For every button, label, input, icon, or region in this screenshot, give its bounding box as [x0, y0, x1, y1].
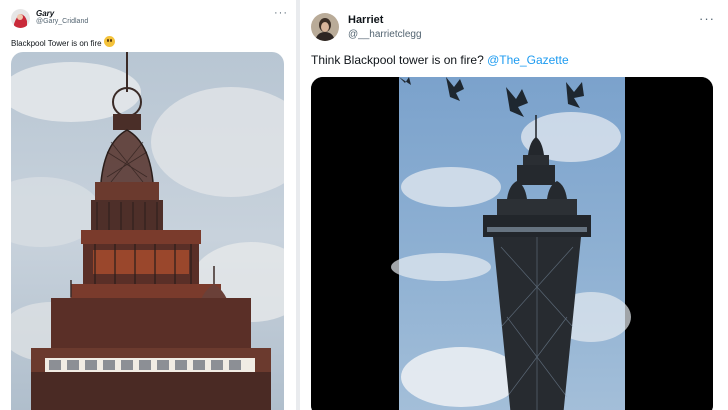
tweet-text-content: Blackpool Tower is on fire	[11, 39, 102, 48]
author-handle[interactable]: @__harrietclegg	[348, 29, 422, 40]
avatar-gary[interactable]	[11, 9, 30, 28]
blackpool-tower-closeup-photo	[11, 52, 284, 410]
author-name[interactable]: Harriet	[348, 14, 383, 26]
tweet-card-gary: Gary @Gary_Cridland ··· Blackpool Tower …	[0, 0, 296, 410]
tweet-card-harriet: Harriet @__harrietclegg ··· Think Blackp…	[300, 0, 728, 410]
mention-link[interactable]: @The_Gazette	[487, 53, 569, 67]
tweet-video[interactable]	[311, 77, 713, 410]
tweet-photo[interactable]	[11, 52, 284, 410]
author-handle[interactable]: @Gary_Cridland	[36, 18, 88, 25]
blackpool-tower-video-frame	[311, 77, 713, 410]
tweet-text: Think Blackpool tower is on fire? @The_G…	[311, 53, 569, 67]
flushed-face-emoji	[103, 36, 115, 47]
author-name[interactable]: Gary	[36, 9, 54, 18]
tweet-text: Blackpool Tower is on fire	[11, 36, 115, 48]
ellipsis-icon[interactable]: ···	[274, 8, 288, 19]
tweet-text-content: Think Blackpool tower is on fire?	[311, 53, 484, 67]
avatar-harriet[interactable]	[311, 13, 339, 41]
ellipsis-icon[interactable]: ···	[699, 12, 715, 25]
